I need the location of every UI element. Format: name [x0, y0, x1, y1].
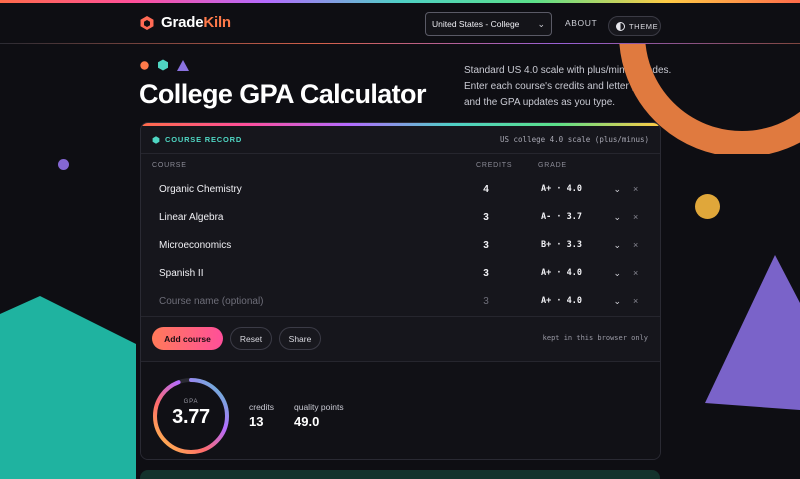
bottom-panel-edge — [140, 470, 660, 479]
chevron-down-icon: ⌄ — [613, 268, 621, 278]
grade-value: A+ · 4.0 — [541, 296, 582, 306]
add-course-button[interactable]: Add course — [152, 327, 223, 350]
course-record-card: COURSE RECORD US college 4.0 scale (plus… — [140, 122, 661, 460]
quality-points-total: 49.0 — [294, 414, 320, 429]
grade-value: A+ · 4.0 — [541, 268, 582, 278]
remove-course-button[interactable]: × — [633, 240, 638, 250]
credits-field[interactable]: 4 — [471, 184, 501, 195]
gpa-summary: GPA 3.77 credits 13 quality points 49.0 — [141, 361, 660, 459]
credits-label: credits — [249, 402, 275, 412]
header-divider — [0, 43, 800, 44]
course-name-field[interactable]: Spanish II — [159, 268, 203, 279]
theme-toggle-button[interactable]: THEME — [608, 16, 661, 36]
quality-points-label: quality points — [294, 402, 344, 412]
card-header: COURSE RECORD US college 4.0 scale (plus… — [141, 126, 660, 154]
course-name-field[interactable]: Microeconomics — [159, 240, 231, 251]
table-row: Linear Algebra 3 A- · 3.7 ⌄ × — [141, 204, 660, 232]
grade-value: A- · 3.7 — [541, 212, 582, 222]
share-button[interactable]: Share — [279, 327, 321, 350]
storage-note: kept in this browser only — [542, 334, 648, 342]
reset-button[interactable]: Reset — [230, 327, 272, 350]
hexagon-icon — [152, 135, 160, 144]
teal-hexagon-icon — [158, 59, 168, 71]
grade-select[interactable]: A- · 3.7 ⌄ — [541, 212, 621, 223]
remove-course-button[interactable]: × — [633, 268, 638, 278]
remove-course-button[interactable]: × — [633, 212, 638, 222]
credits-stat: credits 13 — [249, 402, 274, 429]
scale-note: US college 4.0 scale (plus/minus) — [499, 135, 649, 144]
site-header: GradeKiln United States - College ⌄ ABOU… — [0, 3, 800, 44]
brand-logo[interactable]: GradeKiln — [139, 14, 231, 31]
column-credits: CREDITS — [476, 162, 513, 169]
grade-value: B+ · 3.3 — [541, 240, 582, 250]
credits-total: 13 — [249, 414, 264, 429]
card-actions: Add course Reset Share kept in this brow… — [141, 316, 660, 361]
brand-name: GradeKiln — [161, 14, 231, 31]
chevron-down-icon: ⌄ — [537, 18, 545, 29]
chevron-down-icon: ⌄ — [613, 184, 621, 194]
contrast-icon — [616, 21, 625, 31]
table-header: COURSE CREDITS GRADE — [141, 154, 660, 176]
course-name-field[interactable]: Linear Algebra — [159, 212, 224, 223]
about-link[interactable]: ABOUT — [565, 18, 597, 28]
yellow-dot-decoration — [695, 194, 720, 219]
kiln-hexagon-icon — [140, 15, 154, 30]
credits-field[interactable]: 3 — [471, 212, 501, 223]
region-select-value: United States - College — [432, 19, 520, 29]
grade-select[interactable]: A+ · 4.0 ⌄ — [541, 296, 621, 307]
purple-dot-decoration — [58, 159, 69, 170]
table-row: Spanish II 3 A+ · 4.0 ⌄ × — [141, 260, 660, 288]
new-credits-input[interactable]: 3 — [471, 296, 501, 307]
purple-triangle-icon — [177, 59, 189, 71]
chevron-down-icon: ⌄ — [613, 212, 621, 222]
gpa-value: 3.77 — [172, 406, 210, 428]
grade-value: A+ · 4.0 — [541, 184, 582, 194]
new-course-name-input[interactable]: Course name (optional) — [159, 296, 264, 307]
theme-label: THEME — [629, 21, 659, 31]
remove-course-button[interactable]: × — [633, 184, 638, 194]
hero-shapes — [140, 59, 189, 71]
column-grade: GRADE — [538, 162, 567, 169]
grade-select[interactable]: B+ · 3.3 ⌄ — [541, 240, 621, 251]
card-title: COURSE RECORD — [165, 135, 243, 144]
purple-triangle-decoration — [705, 255, 800, 410]
quality-points-stat: quality points 49.0 — [294, 402, 344, 429]
chevron-down-icon: ⌄ — [613, 296, 621, 306]
page-title: College GPA Calculator — [139, 79, 426, 109]
remove-course-button[interactable]: × — [633, 296, 638, 306]
region-select[interactable]: United States - College ⌄ — [425, 12, 552, 36]
grade-select[interactable]: A+ · 4.0 ⌄ — [541, 268, 621, 279]
chevron-down-icon: ⌄ — [613, 240, 621, 250]
gpa-label: GPA — [183, 399, 199, 405]
column-course: COURSE — [152, 162, 187, 169]
table-row: Organic Chemistry 4 A+ · 4.0 ⌄ × — [141, 176, 660, 204]
orange-circle-icon — [140, 60, 149, 70]
credits-field[interactable]: 3 — [471, 268, 501, 279]
course-name-field[interactable]: Organic Chemistry — [159, 184, 242, 195]
grade-select[interactable]: A+ · 4.0 ⌄ — [541, 184, 621, 195]
table-row: Microeconomics 3 B+ · 3.3 ⌄ × — [141, 232, 660, 260]
new-course-row: Course name (optional) 3 A+ · 4.0 ⌄ × — [141, 288, 660, 316]
teal-hexagon-decoration — [0, 296, 136, 479]
credits-field[interactable]: 3 — [471, 240, 501, 251]
